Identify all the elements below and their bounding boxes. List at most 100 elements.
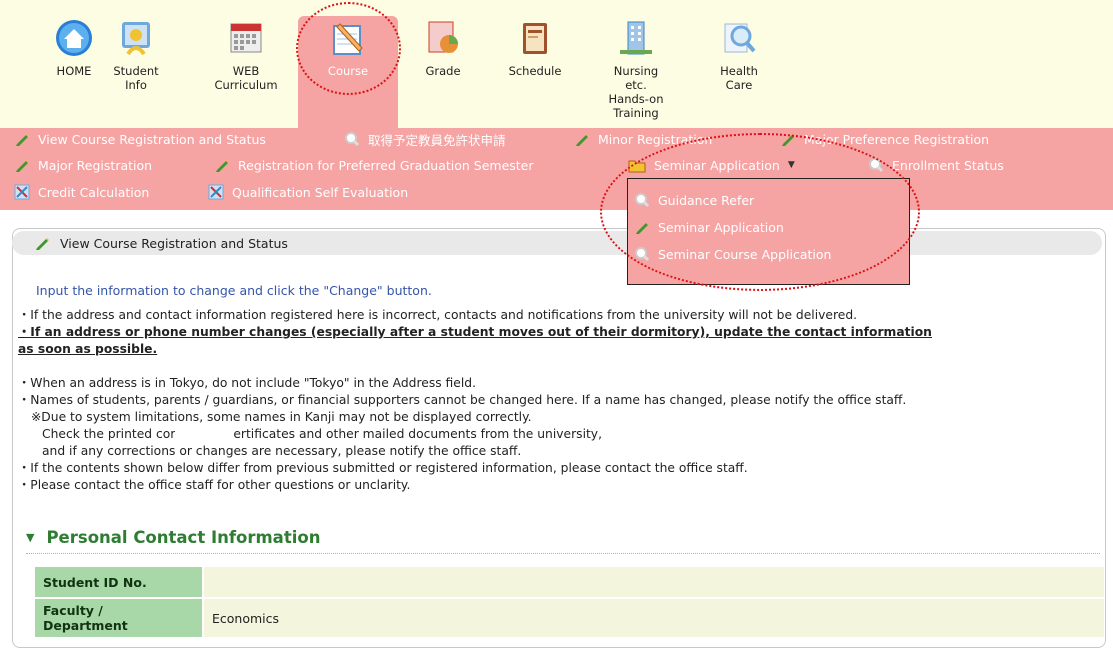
magnifier-icon xyxy=(869,158,884,173)
nav-student-info[interactable]: Student Info xyxy=(104,18,168,92)
menu-qualification-evaluation[interactable]: Qualification Self Evaluation xyxy=(208,183,408,201)
note-important-line: as soon as possible. xyxy=(18,342,158,356)
menu-minor-label: Minor Registration xyxy=(598,131,713,147)
dropdown-seminar-course-label: Seminar Course Application xyxy=(658,246,832,262)
magnifier-icon xyxy=(345,132,360,147)
calendar-icon xyxy=(230,23,262,53)
menu-enrollment-label: Enrollment Status xyxy=(892,157,1004,173)
menu-view-course-label: View Course Registration and Status xyxy=(38,131,266,147)
pencil-icon xyxy=(36,238,49,250)
nav-nursing-label-1: Nursing etc. xyxy=(613,64,659,92)
menu-major-preference-label: Major Preference Registration xyxy=(804,131,990,147)
magnifier-icon xyxy=(635,193,650,208)
calculator-icon xyxy=(14,184,30,200)
nav-grade-label: Grade xyxy=(425,64,461,78)
dropdown-seminar-application-label: Seminar Application xyxy=(658,219,784,235)
grade-chart-icon xyxy=(428,21,458,53)
nav-nursing-training[interactable]: Nursing etc. Hands-on Training xyxy=(604,18,668,120)
nav-schedule-label: Schedule xyxy=(508,64,562,78)
student-id-label: Student ID No. xyxy=(35,567,202,597)
chevron-down-icon: ▼ xyxy=(787,160,795,170)
magnifier-document-icon xyxy=(724,23,756,53)
nav-grade[interactable]: Grade xyxy=(420,18,466,78)
student-icon xyxy=(122,22,150,56)
dropdown-guidance-refer[interactable]: Guidance Refer xyxy=(634,191,754,209)
menu-view-course-registration[interactable]: View Course Registration and Status xyxy=(14,130,266,148)
menu-credit-calculation[interactable]: Credit Calculation xyxy=(14,183,149,201)
nav-nursing-label-2: Hands-on xyxy=(608,92,664,106)
notepad-pencil-icon xyxy=(333,23,363,55)
panel-title: View Course Registration and Status xyxy=(60,235,288,251)
menu-major-registration-label: Major Registration xyxy=(38,157,153,173)
nav-course[interactable]: Course xyxy=(298,16,398,128)
note-line: ・If the contents shown below differ from… xyxy=(18,461,748,475)
menu-seminar-application-label: Seminar Application xyxy=(654,157,780,173)
panel-header: View Course Registration and Status xyxy=(12,231,1102,255)
nav-health-care-label: Health Care xyxy=(720,64,758,92)
schedule-book-icon xyxy=(523,23,547,54)
table-row: Faculty / Department Economics xyxy=(35,599,1104,637)
magnifier-icon xyxy=(635,247,650,262)
faculty-label-line: Faculty / xyxy=(43,603,103,618)
nav-web-curriculum[interactable]: WEB Curriculum xyxy=(212,18,280,92)
note-line: ・When an address is in Tokyo, do not inc… xyxy=(18,376,476,390)
pencil-icon xyxy=(16,160,29,172)
note-fragment: Check the printed cor xyxy=(42,427,176,441)
note-important-line: ・If an address or phone number changes (… xyxy=(18,325,932,339)
pencil-icon xyxy=(636,222,649,234)
nav-student-info-label: Student Info xyxy=(113,64,159,92)
building-icon xyxy=(620,21,652,55)
nav-web-label-2: Curriculum xyxy=(214,78,278,92)
note-line: ・Please contact the office staff for oth… xyxy=(18,478,411,492)
nav-schedule[interactable]: Schedule xyxy=(506,18,564,78)
menu-kyoin-application[interactable]: 取得予定教員免許状申請 xyxy=(344,130,506,148)
menu-enrollment-status[interactable]: Enrollment Status xyxy=(868,156,1004,174)
triangle-down-icon: ▼ xyxy=(26,531,35,544)
nav-course-label: Course xyxy=(327,64,369,78)
redacted-area xyxy=(175,428,234,441)
section-title-personal-contact: ▼ Personal Contact Information xyxy=(26,528,320,547)
menu-graduation-semester[interactable]: Registration for Preferred Graduation Se… xyxy=(214,156,534,174)
note-line: Check the printed cor ertificates and oth… xyxy=(18,426,1113,443)
menu-seminar-application-dropdown[interactable]: Seminar Application ▼ xyxy=(628,156,795,174)
calculator-icon xyxy=(208,184,224,200)
menu-qualification-label: Qualification Self Evaluation xyxy=(232,184,409,200)
student-id-value xyxy=(204,567,1104,597)
note-line: and if any corrections or changes are ne… xyxy=(42,444,522,458)
top-navigation-bar: HOME Student Info WEB Curriculum Course … xyxy=(0,0,1113,128)
dropdown-seminar-application[interactable]: Seminar Application xyxy=(634,218,784,236)
pencil-icon xyxy=(216,160,229,172)
nav-nursing-label-3: Training xyxy=(613,106,659,120)
dropdown-seminar-course-application[interactable]: Seminar Course Application xyxy=(634,245,831,263)
menu-minor-registration[interactable]: Minor Registration xyxy=(574,130,712,148)
note-line: ※Due to system limitations, some names i… xyxy=(31,410,532,424)
note-line: ・Names of students, parents / guardians,… xyxy=(18,393,907,407)
table-row: Student ID No. xyxy=(35,567,1104,597)
pencil-icon xyxy=(782,134,795,146)
dropdown-guidance-label: Guidance Refer xyxy=(658,192,755,208)
nav-health-care[interactable]: Health Care xyxy=(706,18,772,92)
menu-graduation-semester-label: Registration for Preferred Graduation Se… xyxy=(238,157,534,173)
pencil-icon xyxy=(16,134,29,146)
notes-block: ・If the address and contact information … xyxy=(18,307,1113,494)
menu-credit-label: Credit Calculation xyxy=(38,184,150,200)
note-fragment: ertificates and other mailed documents f… xyxy=(233,427,602,441)
personal-info-table: Student ID No. Faculty / Department Econ… xyxy=(33,565,1106,639)
note-line: ・If the address and contact information … xyxy=(18,308,858,322)
nav-home[interactable]: HOME xyxy=(52,18,96,78)
faculty-label: Faculty / Department xyxy=(35,599,202,637)
nav-web-label-1: WEB xyxy=(232,64,260,78)
home-icon xyxy=(56,20,92,56)
seminar-dropdown-menu: Guidance Refer Seminar Application Semin… xyxy=(627,178,910,285)
faculty-label-line: Department xyxy=(43,618,128,633)
folder-icon xyxy=(628,160,646,173)
faculty-value: Economics xyxy=(204,599,1104,637)
menu-kyoin-label: 取得予定教員免許状申請 xyxy=(368,132,506,148)
section-divider xyxy=(26,553,1100,554)
menu-major-preference[interactable]: Major Preference Registration xyxy=(780,130,989,148)
pencil-icon xyxy=(576,134,589,146)
nav-home-label: HOME xyxy=(56,64,92,78)
menu-major-registration[interactable]: Major Registration xyxy=(14,156,152,174)
section-title-text: Personal Contact Information xyxy=(46,528,321,547)
instruction-text: Input the information to change and clic… xyxy=(36,283,432,298)
